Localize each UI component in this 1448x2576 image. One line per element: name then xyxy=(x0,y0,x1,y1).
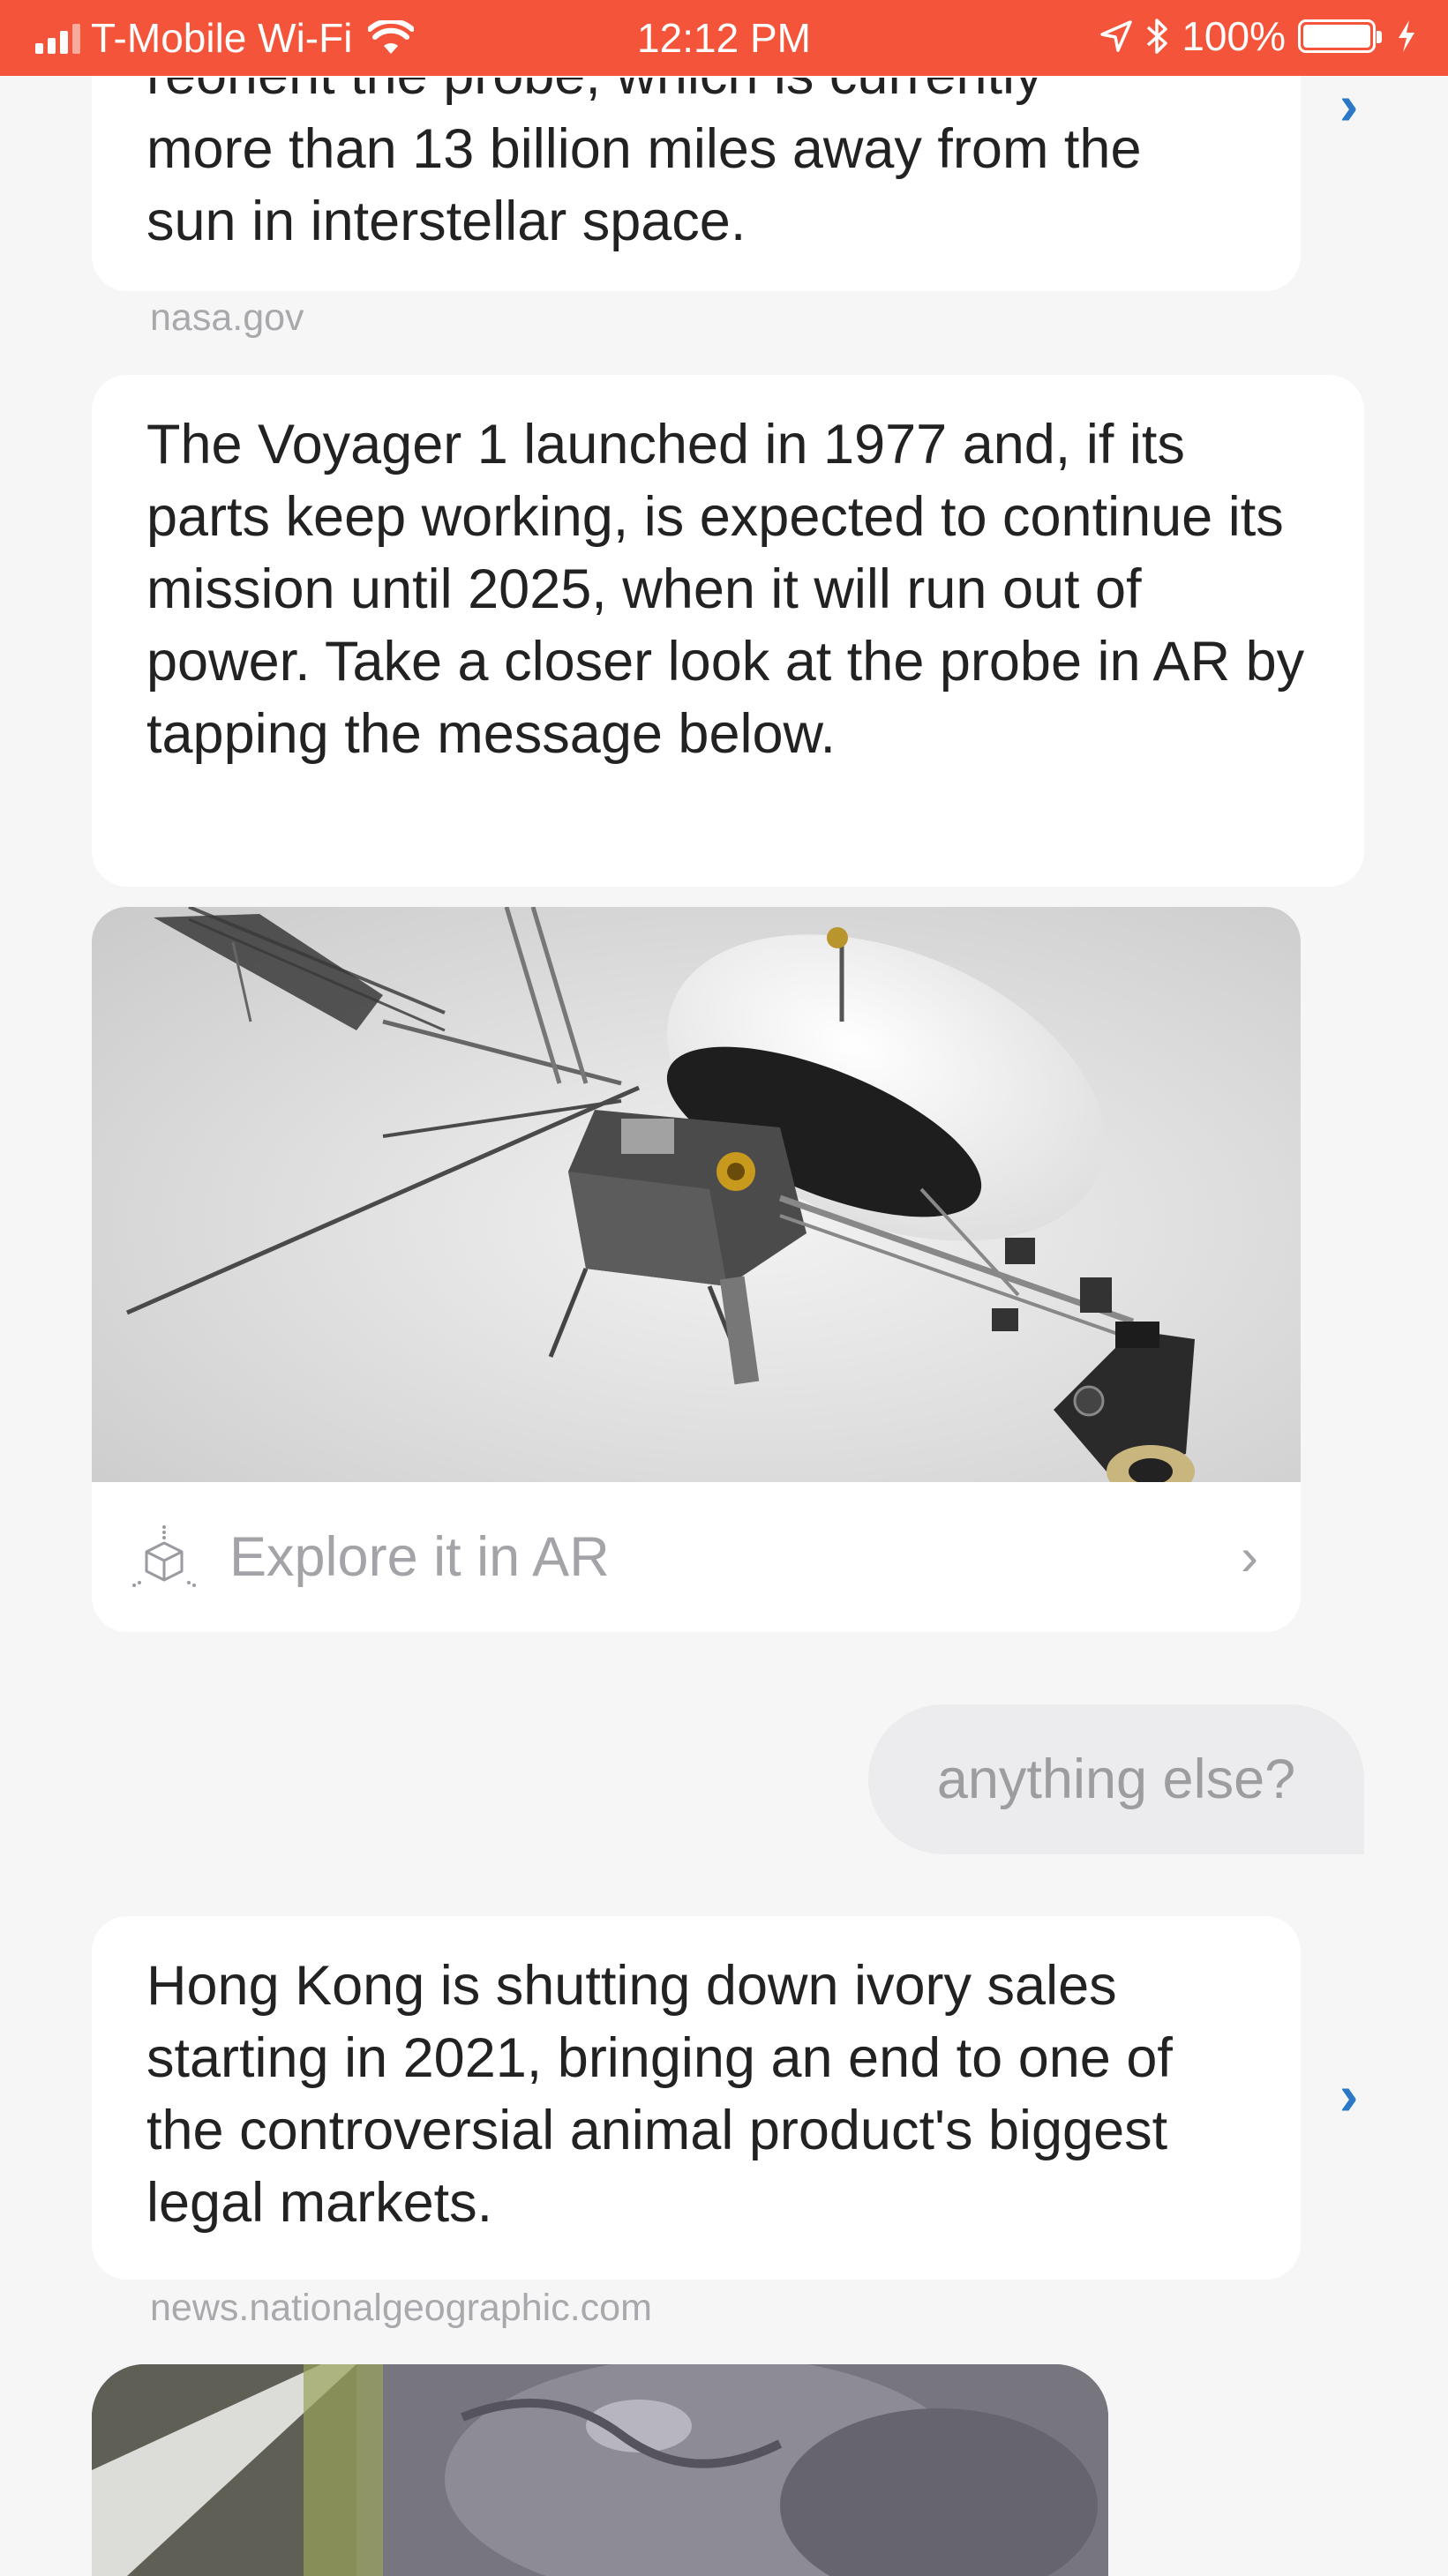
ar-cube-icon xyxy=(132,1525,196,1587)
user-message-bubble: anything else? xyxy=(868,1704,1364,1854)
source-label-natgeo[interactable]: news.nationalgeographic.com xyxy=(150,2287,652,2330)
battery-icon xyxy=(1298,19,1382,53)
news-photo-card[interactable] xyxy=(92,2364,1108,2576)
news-bubble-voyager[interactable]: The Voyager 1 launched in 1977 and, if i… xyxy=(92,375,1364,887)
explore-ar-label: Explore it in AR xyxy=(229,1526,610,1588)
charging-bolt-icon xyxy=(1399,20,1414,52)
battery-percent: 100% xyxy=(1182,13,1286,59)
news-bubble-text: Hong Kong is shutting down ivory sales s… xyxy=(146,1955,1173,2234)
chevron-right-icon[interactable]: › xyxy=(1339,2063,1358,2128)
chevron-right-icon[interactable]: › xyxy=(1339,72,1358,138)
status-right: 100% xyxy=(1100,12,1418,60)
location-arrow-icon xyxy=(1100,20,1133,52)
news-bubble-text: more than 13 billion miles away from the… xyxy=(146,118,1142,252)
bluetooth-icon xyxy=(1147,19,1168,54)
ar-card[interactable]: Explore it in AR › xyxy=(92,907,1301,1632)
news-bubble-hongkong[interactable]: Hong Kong is shutting down ivory sales s… xyxy=(92,1916,1301,2280)
news-bubble-text: The Voyager 1 launched in 1977 and, if i… xyxy=(146,414,1305,765)
voyager-probe-illustration xyxy=(92,907,1301,1498)
chevron-right-icon: › xyxy=(1241,1527,1258,1586)
source-label-nasa[interactable]: nasa.gov xyxy=(150,296,304,340)
status-bar: T-Mobile Wi-Fi 12:12 PM 100% xyxy=(0,0,1448,76)
explore-ar-link[interactable]: Explore it in AR › xyxy=(92,1482,1301,1632)
news-photo-image xyxy=(92,2364,1108,2576)
voyager-probe-image[interactable] xyxy=(92,907,1301,1498)
